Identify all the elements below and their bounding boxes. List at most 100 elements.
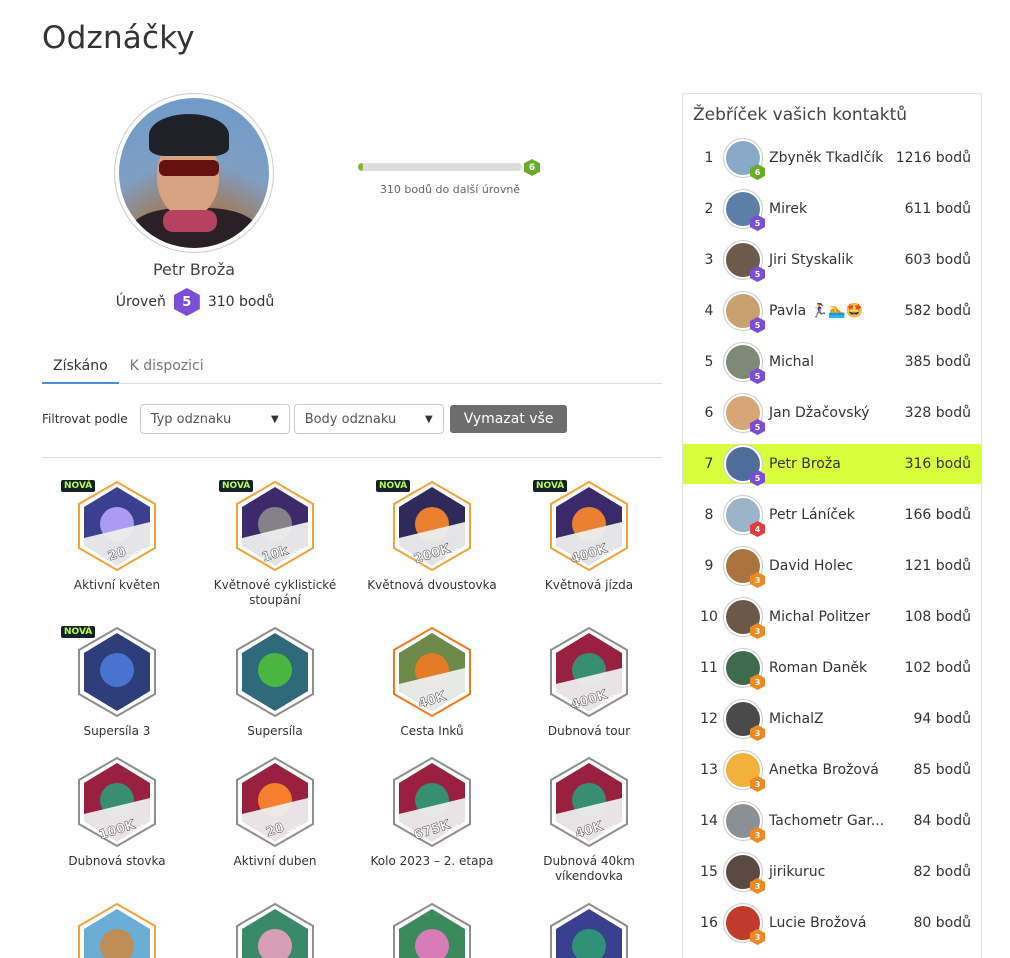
badge-item[interactable] <box>42 902 192 958</box>
badge-type-select-value: Typ odznaku <box>150 411 232 427</box>
badge-item[interactable]: Supersíla <box>200 626 350 739</box>
leaderboard-card: Žebříček vašich kontaktů 1 6 Zbyněk Tkad… <box>682 93 982 958</box>
badge-points-select[interactable]: Body odznaku ▼ <box>293 404 444 434</box>
clear-all-button[interactable]: Vymazat vše <box>449 405 568 433</box>
leaderboard-rank: 13 <box>700 762 718 778</box>
leaderboard-row[interactable]: 11 3 Roman Daněk 102 bodů <box>683 648 981 690</box>
leaderboard-row[interactable]: 9 3 David Holec 121 bodů <box>683 546 981 588</box>
leaderboard-name: Michal <box>769 354 815 370</box>
leaderboard-row[interactable]: 10 3 Michal Politzer 108 bodů <box>683 597 981 639</box>
tab-ziskano[interactable]: Získáno <box>42 352 119 384</box>
leaderboard-rank: 12 <box>700 711 718 727</box>
avatar: 3 <box>723 750 765 792</box>
profile-name: Petr Broža <box>152 260 236 279</box>
badge-item[interactable]: 20 2023 Aktivní duben <box>200 756 350 869</box>
badge-label: Supersíla 3 <box>83 724 151 738</box>
leaderboard-points: 102 bodů <box>904 660 971 676</box>
leaderboard-points: 121 bodů <box>904 558 971 574</box>
new-badge-tag: NOVÁ <box>376 480 411 492</box>
badge-item[interactable]: 675K 2023 Kolo 2023 – 2. etapa <box>357 756 507 869</box>
badge-item[interactable]: 400K 2023 NOVÁ Květnová jízda <box>514 480 664 593</box>
badge-item[interactable]: 100K 2023 Dubnová stovka <box>42 756 192 869</box>
profile-avatar <box>114 93 274 253</box>
badge-icon: 40K 2023 <box>549 756 629 848</box>
level-hex-icon: 5 <box>173 288 200 316</box>
badge-icon <box>549 902 629 958</box>
leaderboard-points: 85 bodů <box>913 762 971 778</box>
avatar: 3 <box>723 801 765 843</box>
avatar: 3 <box>723 597 765 639</box>
badge-icon <box>392 902 472 958</box>
badge-icon: NOVÁ <box>61 626 157 718</box>
badge-icon: 400K 2023 <box>549 626 629 718</box>
badge-label: Květnové cyklistické stoupání <box>213 578 337 607</box>
new-badge-tag: NOVÁ <box>61 480 96 492</box>
level-progress-fill <box>358 163 363 171</box>
leaderboard-name: Michal Politzer <box>769 609 870 625</box>
leaderboard-points: 385 bodů <box>904 354 971 370</box>
leaderboard-points: 84 bodů <box>913 813 971 829</box>
badge-icon: 20 2023 <box>235 756 315 848</box>
tab-k-dispozici[interactable]: K dispozici <box>119 352 215 384</box>
avatar: 5 <box>723 291 765 333</box>
new-badge-tag: NOVÁ <box>219 480 254 492</box>
badge-points-select-value: Body odznaku <box>304 411 397 427</box>
leaderboard-row[interactable]: 8 4 Petr Láníček 166 bodů <box>683 495 981 537</box>
chevron-down-icon: ▼ <box>270 413 279 425</box>
leaderboard-name: Jan Džačovský <box>769 405 870 421</box>
level-progress-bar <box>358 163 522 171</box>
badge-item[interactable]: 200K 2023 NOVÁ Květnová dvoustovka <box>357 480 507 593</box>
leaderboard-row[interactable]: 15 3 jirikuruc 82 bodů <box>683 852 981 894</box>
leaderboard-rank: 8 <box>704 507 714 523</box>
leaderboard-row[interactable]: 4 5 Pavla 🏃‍♀️🏊🤩 582 bodů <box>683 291 981 333</box>
avatar: 3 <box>723 546 765 588</box>
profile-points: 310 bodů <box>207 294 275 310</box>
leaderboard-row[interactable]: 6 5 Jan Džačovský 328 bodů <box>683 393 981 435</box>
avatar: 5 <box>723 240 765 282</box>
badge-icon: 20 2023 NOVÁ <box>61 480 157 572</box>
leaderboard-points: 166 bodů <box>904 507 971 523</box>
leaderboard-points: 82 bodů <box>913 864 971 880</box>
leaderboard-name: Petr Láníček <box>769 507 855 523</box>
badge-item[interactable]: 20 2023 NOVÁ Aktivní květen <box>42 480 192 593</box>
badge-label: Aktivní duben <box>233 854 317 868</box>
leaderboard-row[interactable]: 1 6 Zbyněk Tkadlčík 1216 bodů <box>683 138 981 180</box>
badge-item[interactable]: 400K 2023 Dubnová tour <box>514 626 664 739</box>
avatar: 5 <box>723 189 765 231</box>
leaderboard-row[interactable]: 14 3 Tachometr Gar... 84 bodů <box>683 801 981 843</box>
badge-item[interactable] <box>514 902 664 958</box>
leaderboard-row[interactable]: 7 5 Petr Broža 316 bodů <box>683 444 981 486</box>
leaderboard-row[interactable]: 12 3 MichalZ 94 bodů <box>683 699 981 741</box>
leaderboard-row[interactable]: 16 3 Lucie Brožová 80 bodů <box>683 903 981 945</box>
leaderboard-rank: 15 <box>700 864 718 880</box>
leaderboard-name: Pavla 🏃‍♀️🏊🤩 <box>769 303 863 319</box>
leaderboard-name: Mirek <box>769 201 808 217</box>
badge-icon <box>235 626 315 718</box>
badge-icon: 10k 2023 NOVÁ <box>219 480 315 572</box>
badge-label: Supersíla <box>247 724 303 738</box>
badge-item[interactable] <box>357 902 507 958</box>
badge-item[interactable]: 40K 2023 Dubnová 40km víkendovka <box>514 756 664 884</box>
leaderboard-row[interactable]: 3 5 Jiri Styskalik 603 bodů <box>683 240 981 282</box>
badge-icon: 400K 2023 NOVÁ <box>533 480 629 572</box>
leaderboard-name: David Holec <box>769 558 854 574</box>
badge-item[interactable]: 10k 2023 NOVÁ Květnové cyklistické stoupán… <box>200 480 350 608</box>
badge-icon: 675K 2023 <box>392 756 472 848</box>
badge-label: Dubnová 40km víkendovka <box>543 854 635 883</box>
leaderboard-points: 582 bodů <box>904 303 971 319</box>
leaderboard-rank: 2 <box>704 201 714 217</box>
badge-item[interactable]: 40K Cesta Inků <box>357 626 507 739</box>
badge-item[interactable]: NOVÁ Supersíla 3 <box>42 626 192 739</box>
leaderboard-points: 94 bodů <box>913 711 971 727</box>
leaderboard-row[interactable]: 13 3 Anetka Brožová 85 bodů <box>683 750 981 792</box>
leaderboard-row[interactable]: 5 5 Michal 385 bodů <box>683 342 981 384</box>
badge-type-select[interactable]: Typ odznaku ▼ <box>139 404 290 434</box>
badge-item[interactable] <box>200 902 350 958</box>
badge-icon <box>235 902 315 958</box>
badge-label: Dubnová stovka <box>68 854 166 868</box>
leaderboard-name: jirikuruc <box>769 864 826 880</box>
leaderboard-row[interactable]: 2 5 Mirek 611 bodů <box>683 189 981 231</box>
next-level-hex-icon: 6 <box>524 159 540 176</box>
leaderboard-name: Petr Broža <box>769 456 841 472</box>
badge-icon: 200K 2023 NOVÁ <box>376 480 472 572</box>
